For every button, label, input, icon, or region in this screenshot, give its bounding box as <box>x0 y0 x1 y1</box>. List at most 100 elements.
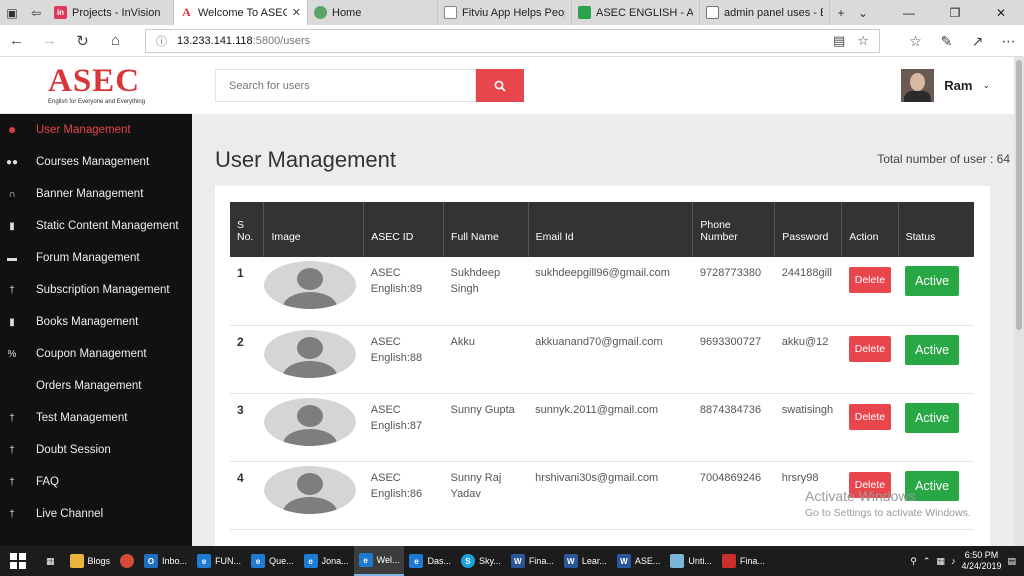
tab-title: Fitviu App Helps People <box>462 6 565 19</box>
male-icon: † <box>9 412 15 424</box>
page-scrollbar[interactable] <box>1014 57 1024 546</box>
sidebar-item-courses-management[interactable]: ●● Courses Management <box>0 146 192 178</box>
logo[interactable]: ASEC English for Everyone and Everything <box>0 57 192 114</box>
cell-sno: 1 <box>230 257 264 326</box>
sidebar-item-faq[interactable]: † FAQ <box>0 466 192 498</box>
refresh-icon[interactable]: ↻ <box>66 32 99 50</box>
delete-button[interactable]: Delete <box>848 335 892 362</box>
taskbar-item-label: Blogs <box>87 556 111 566</box>
favorites-hub-icon[interactable]: ☆ <box>900 33 931 50</box>
browser-tab[interactable]: Home <box>308 0 438 25</box>
tray-chevron-up-icon[interactable]: ⌃ <box>923 556 931 567</box>
browser-tab-active[interactable]: A Welcome To ASEC ✕ <box>174 0 308 25</box>
close-tab-icon[interactable]: ✕ <box>292 6 301 19</box>
taskbar-item-label: Sky... <box>478 556 501 566</box>
close-window-icon[interactable]: ✕ <box>978 0 1024 25</box>
site-info-icon[interactable]: ⓘ <box>156 33 167 49</box>
cell-sno: 4 <box>230 461 264 530</box>
taskbar-item[interactable]: W Fina... <box>506 546 559 576</box>
taskbar-item[interactable]: Blogs <box>65 546 116 576</box>
sidebar-item-test-management[interactable]: † Test Management <box>0 402 192 434</box>
sidebar-item-books-management[interactable]: ▮ Books Management <box>0 306 192 338</box>
url-input[interactable]: ⓘ 13.233.141.118:5800/users ▤ ☆ <box>145 29 880 53</box>
volume-icon[interactable]: ♪ <box>951 556 956 566</box>
column-header-password: Password <box>774 202 843 257</box>
cell-image <box>263 393 364 462</box>
status-active-button[interactable]: Active <box>905 266 960 296</box>
sidebar-item-doubt-session[interactable]: † Doubt Session <box>0 434 192 466</box>
sidebar-item-banner-management[interactable]: ∩ Banner Management <box>0 178 192 210</box>
browser-tab[interactable]: admin panel uses - Bin <box>700 0 830 25</box>
taskbar-item[interactable]: e Que... <box>246 546 299 576</box>
sidebar-item-user-management[interactable]: ☻ User Management <box>0 114 192 146</box>
browser-toolbar: ☆ ✎ ↗ ⋯ <box>900 25 1024 57</box>
cell-action: Delete <box>841 325 899 394</box>
scrollbar-thumb[interactable] <box>1016 60 1022 330</box>
start-button[interactable] <box>0 546 36 576</box>
restore-icon[interactable]: ❐ <box>932 0 978 25</box>
tab-list-chevron-icon[interactable]: ⌄ <box>852 0 874 25</box>
taskbar-item[interactable]: O Inbo... <box>139 546 192 576</box>
search-input[interactable]: Search for users <box>215 69 476 102</box>
sidebar-item-live-channel[interactable]: † Live Channel <box>0 498 192 530</box>
share-icon[interactable]: ↗ <box>962 33 993 50</box>
tab-actions-icon[interactable]: ▣ <box>0 0 24 25</box>
ie-icon: e <box>197 554 212 568</box>
taskbar-item[interactable]: Fina... <box>717 546 770 576</box>
sidebar-item-orders-management[interactable]: Orders Management <box>0 370 192 402</box>
taskbar-item[interactable]: W ASE... <box>612 546 666 576</box>
notifications-icon[interactable]: ▤ <box>1007 556 1016 567</box>
browser-tab[interactable]: ASEC ENGLISH - Apps c <box>572 0 700 25</box>
network-icon[interactable]: ▦ <box>936 556 945 567</box>
delete-button[interactable]: Delete <box>848 403 892 430</box>
word-icon: W <box>510 554 525 568</box>
sidebar-item-static-content-management[interactable]: ▮ Static Content Management <box>0 210 192 242</box>
back-icon[interactable]: ← <box>0 32 33 49</box>
avatar <box>901 69 935 102</box>
sidebar-item-subscription-management[interactable]: † Subscription Management <box>0 274 192 306</box>
cell-asec-id: ASEC English:88 <box>363 325 444 394</box>
tab-back-icon[interactable]: ⇦ <box>24 0 48 25</box>
taskbar-item[interactable] <box>115 546 139 576</box>
taskbar-item[interactable]: W Lear... <box>559 546 612 576</box>
people-icon[interactable]: ⚲ <box>910 556 917 567</box>
sidebar-item-coupon-management[interactable]: % Coupon Management <box>0 338 192 370</box>
cell-password: akku@12 <box>774 325 842 394</box>
table-row: 3 ASEC English:87 Sunny Gupta sunnyk.201… <box>230 393 974 462</box>
watermark-subtitle: Go to Settings to activate Windows. <box>805 507 971 519</box>
chrome-icon <box>120 554 135 568</box>
forward-icon[interactable]: → <box>33 32 66 49</box>
pen-notes-icon[interactable]: ✎ <box>931 33 962 50</box>
taskbar-item[interactable]: Unti... <box>665 546 717 576</box>
user-placeholder-icon <box>263 329 356 378</box>
status-active-button[interactable]: Active <box>905 402 960 433</box>
favorite-star-icon[interactable]: ☆ <box>857 33 869 49</box>
logo-text: ASEC <box>48 63 141 99</box>
delete-button[interactable]: Delete <box>848 267 892 293</box>
search-button[interactable] <box>476 69 524 102</box>
users-icon: ●● <box>6 156 19 168</box>
status-active-button[interactable]: Active <box>905 334 960 365</box>
taskbar-item[interactable]: S Sky... <box>456 546 506 576</box>
ie-icon: e <box>303 554 318 568</box>
taskbar-item-active[interactable]: e Wel... <box>353 546 405 576</box>
reading-view-icon[interactable]: ▤ <box>833 33 845 49</box>
male-icon: † <box>9 444 15 456</box>
home-icon[interactable]: ⌂ <box>99 32 132 49</box>
browser-tab[interactable]: in Projects - InVision <box>48 0 174 25</box>
taskbar-item[interactable]: e FUN... <box>192 546 246 576</box>
task-view-button[interactable]: ▦ <box>36 546 65 576</box>
clock[interactable]: 6:50 PM 4/24/2019 <box>961 550 1001 572</box>
taskbar-item[interactable]: e Jona... <box>299 546 354 576</box>
minimize-icon[interactable]: — <box>886 0 932 25</box>
sidebar-item-forum-management[interactable]: ▬ Forum Management <box>0 242 192 274</box>
taskbar-item-label: Fina... <box>528 556 554 566</box>
user-menu[interactable]: Ram ⌄ <box>901 69 990 102</box>
new-tab-icon[interactable]: + <box>830 0 852 25</box>
column-header-phone: Phone Number <box>692 202 776 257</box>
more-menu-icon[interactable]: ⋯ <box>993 33 1024 50</box>
taskbar-item[interactable]: e Das... <box>404 546 456 576</box>
browser-tab[interactable]: Fitviu App Helps People <box>438 0 572 25</box>
table-row: 2 ASEC English:88 Akku akkuanand70@gmail… <box>230 325 974 394</box>
cell-action: Delete <box>841 393 899 462</box>
